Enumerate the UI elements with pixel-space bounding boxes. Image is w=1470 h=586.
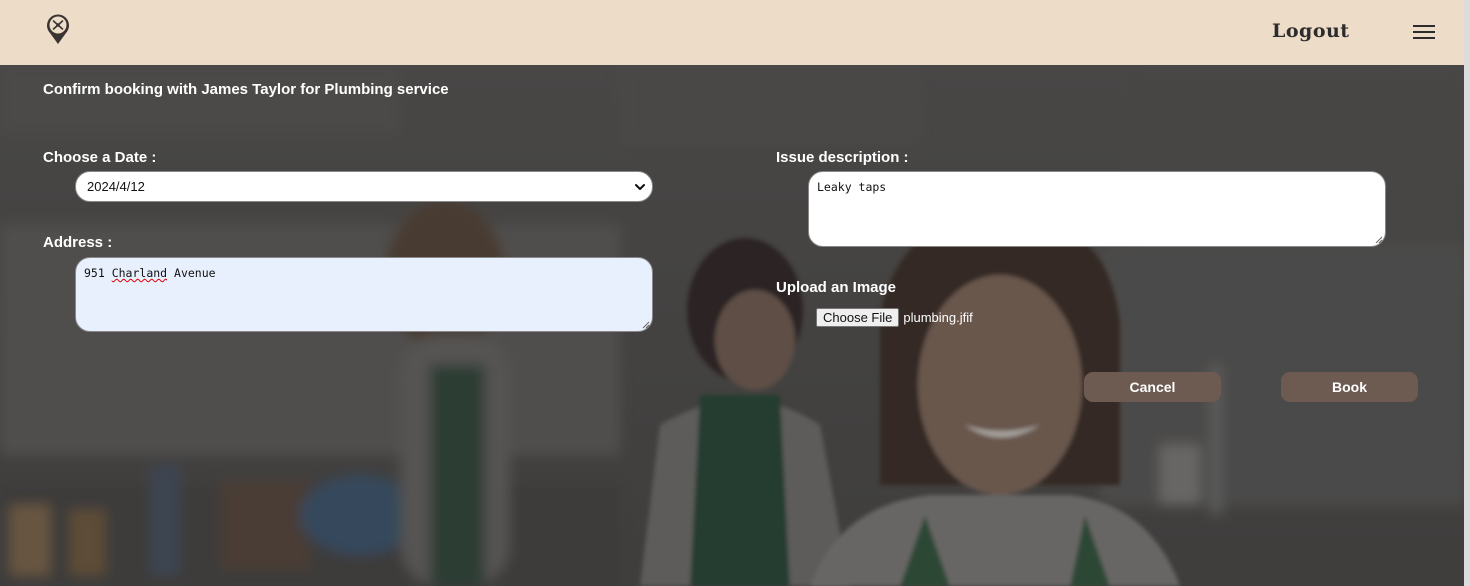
address-text-part2: Avenue bbox=[167, 266, 216, 280]
address-text-misspelled: Charland bbox=[111, 266, 168, 280]
location-pin-tools-icon[interactable] bbox=[44, 13, 72, 45]
date-select-value: 2024/4/12 bbox=[87, 179, 145, 194]
address-text-part1: 951 bbox=[84, 266, 112, 280]
file-upload: Choose File plumbing.jfif bbox=[816, 308, 973, 327]
issue-description-field[interactable]: Leaky taps bbox=[808, 171, 1386, 247]
choose-file-button[interactable]: Choose File bbox=[816, 308, 900, 327]
cancel-button[interactable]: Cancel bbox=[1084, 372, 1221, 402]
resize-grip-icon[interactable] bbox=[642, 321, 650, 329]
date-select[interactable]: 2024/4/12 bbox=[75, 171, 653, 202]
booking-page: Logout Confirm booking with James Taylor… bbox=[0, 0, 1470, 586]
selected-file-name: plumbing.jfif bbox=[903, 310, 973, 325]
address-field[interactable]: 951 Charland Avenue bbox=[75, 257, 653, 332]
date-label: Choose a Date : bbox=[43, 149, 157, 166]
address-label: Address : bbox=[43, 234, 113, 251]
page-title: Confirm booking with James Taylor for Pl… bbox=[43, 81, 449, 98]
hamburger-menu-icon[interactable] bbox=[1413, 23, 1435, 41]
logout-link[interactable]: Logout bbox=[1272, 20, 1350, 42]
chevron-down-icon bbox=[635, 184, 645, 190]
resize-grip-icon[interactable] bbox=[1375, 236, 1383, 244]
book-button[interactable]: Book bbox=[1281, 372, 1418, 402]
top-navbar: Logout bbox=[0, 0, 1464, 65]
page-scrollbar[interactable] bbox=[1464, 0, 1470, 586]
issue-description-text: Leaky taps bbox=[817, 180, 887, 194]
upload-image-label: Upload an Image bbox=[776, 279, 897, 296]
issue-description-label: Issue description : bbox=[776, 149, 909, 166]
